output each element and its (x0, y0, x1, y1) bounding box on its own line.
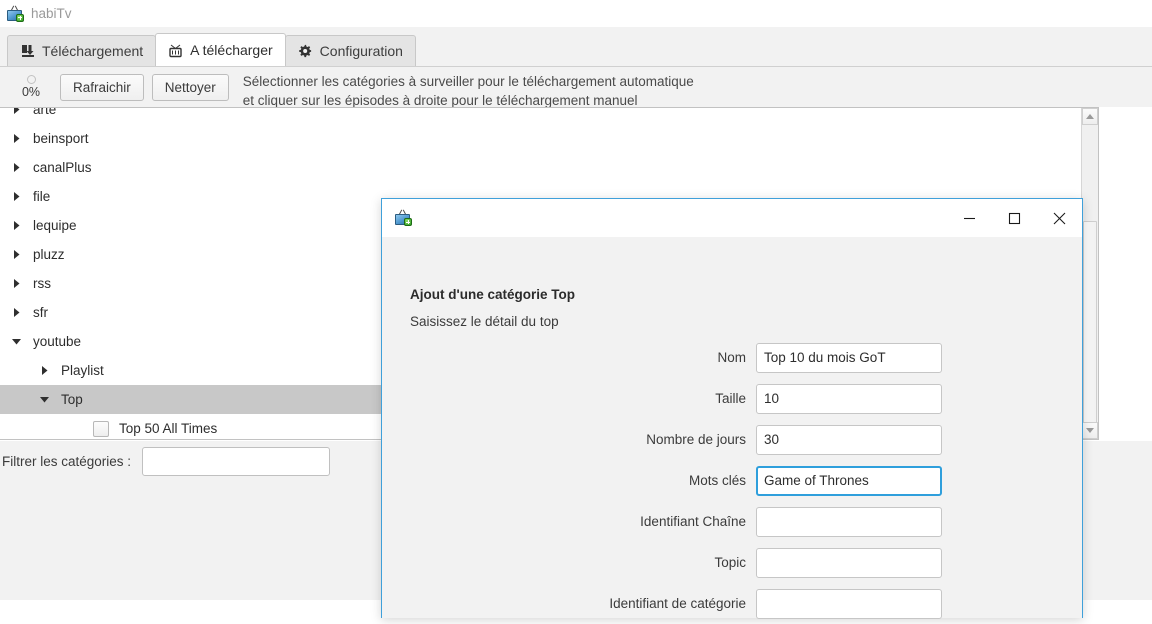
tab-a-telecharger[interactable]: A télécharger (155, 33, 286, 66)
field-label: Mots clés (382, 473, 756, 488)
progress-indicator: 0% (10, 75, 52, 99)
field-input[interactable] (756, 466, 942, 496)
tree-item-label: Top (61, 392, 83, 407)
field-label: Topic (382, 555, 756, 570)
field-input[interactable] (756, 425, 942, 455)
scroll-up-button[interactable] (1082, 108, 1098, 125)
field-label: Nom (382, 350, 756, 365)
dialog-heading: Ajout d'une catégorie Top (410, 287, 575, 302)
chevron-right-icon[interactable] (10, 190, 23, 203)
tree-item-label: arte (33, 107, 56, 117)
form-row: Taille (382, 378, 1082, 419)
dialog-body: Ajout d'une catégorie Top Saisissez le d… (382, 237, 1082, 618)
tree-item-label: Playlist (61, 363, 104, 378)
tree-item-label: canalPlus (33, 160, 92, 175)
tab-label: A télécharger (190, 42, 273, 58)
field-label: Identifiant Chaîne (382, 514, 756, 529)
tab-label: Configuration (320, 43, 403, 59)
maximize-icon[interactable] (992, 200, 1037, 237)
close-icon[interactable] (1037, 200, 1082, 237)
chevron-right-icon[interactable] (10, 107, 23, 116)
field-input[interactable] (756, 589, 942, 619)
chevron-right-icon[interactable] (10, 132, 23, 145)
form-row: Nombre de jours (382, 419, 1082, 460)
tree-row[interactable]: canalPlus (0, 153, 1098, 182)
twisty-spacer (66, 422, 79, 435)
add-top-category-dialog: Ajout d'une catégorie Top Saisissez le d… (381, 198, 1083, 618)
form-row: Identifiant de catégorie (382, 583, 1082, 624)
tv-plus-icon (394, 210, 412, 226)
chevron-right-icon[interactable] (10, 277, 23, 290)
toolbar-hint-line2: et cliquer sur les épisodes à droite pou… (243, 93, 638, 107)
refresh-button[interactable]: Rafraichir (60, 74, 144, 101)
scroll-down-button[interactable] (1082, 422, 1098, 439)
scrollbar-thumb[interactable] (1083, 221, 1097, 426)
tab-label: Téléchargement (42, 43, 143, 59)
tv-plus-icon (6, 6, 24, 22)
toolbar: 0% Rafraichir Nettoyer Sélectionner les … (0, 67, 1152, 107)
download-icon (20, 44, 35, 59)
tree-row[interactable]: beinsport (0, 124, 1098, 153)
tree-item-label: pluzz (33, 247, 65, 262)
tree-item-label: sfr (33, 305, 48, 320)
field-label: Taille (382, 391, 756, 406)
gear-icon (298, 44, 313, 59)
form-row: Nom (382, 337, 1082, 378)
progress-percent: 0% (22, 85, 40, 99)
chevron-right-icon[interactable] (10, 248, 23, 261)
tree-item-label: lequipe (33, 218, 77, 233)
tree-item-label: Top 50 All Times (119, 421, 217, 436)
minimize-icon[interactable] (947, 200, 992, 237)
tab-bar: Téléchargement A télécharger Configurati… (0, 27, 1152, 67)
chevron-right-icon[interactable] (10, 161, 23, 174)
chevron-right-icon[interactable] (38, 364, 51, 377)
toolbar-hint-line1: Sélectionner les catégories à surveiller… (243, 74, 694, 89)
form-row: Identifiant Chaîne (382, 501, 1082, 542)
tab-telechargement[interactable]: Téléchargement (7, 35, 156, 66)
field-label: Nombre de jours (382, 432, 756, 447)
dialog-titlebar[interactable] (382, 199, 1082, 237)
tab-configuration[interactable]: Configuration (285, 35, 416, 66)
filter-label: Filtrer les catégories : (2, 454, 131, 469)
filter-input[interactable] (142, 447, 330, 476)
app-title: habiTv (31, 6, 72, 21)
field-input[interactable] (756, 548, 942, 578)
tree-item-label: file (33, 189, 50, 204)
clean-button[interactable]: Nettoyer (152, 74, 229, 101)
app-titlebar: habiTv (0, 0, 1152, 27)
tree-vertical-scrollbar[interactable] (1081, 108, 1098, 439)
field-input[interactable] (756, 507, 942, 537)
toolbar-hint: Sélectionner les catégories à surveiller… (243, 72, 694, 107)
field-label: Identifiant de catégorie (382, 596, 756, 611)
tree-item-label: rss (33, 276, 51, 291)
top-category-form: Nom Taille Nombre de jours Mots clés Identif… (382, 337, 1082, 624)
chevron-right-icon[interactable] (10, 306, 23, 319)
dialog-subheading: Saisissez le détail du top (410, 314, 559, 329)
form-row: Mots clés (382, 460, 1082, 501)
form-row: Topic (382, 542, 1082, 583)
field-input[interactable] (756, 343, 942, 373)
tree-item-label: youtube (33, 334, 81, 349)
tree-item-label: beinsport (33, 131, 89, 146)
tv-icon (168, 43, 183, 58)
chevron-down-icon[interactable] (38, 393, 51, 406)
field-input[interactable] (756, 384, 942, 414)
chevron-right-icon[interactable] (10, 219, 23, 232)
chevron-down-icon[interactable] (10, 335, 23, 348)
progress-spinner-icon (27, 75, 36, 84)
tree-row[interactable]: arte (0, 107, 1098, 124)
tree-item-checkbox[interactable] (93, 421, 109, 437)
